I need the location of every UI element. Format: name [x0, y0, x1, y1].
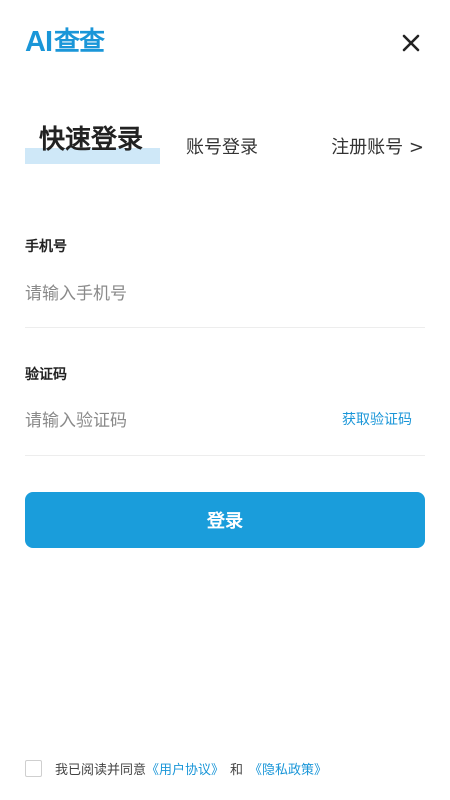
user-agreement-link[interactable]: 《用户协议》 [146, 759, 224, 778]
code-label: 验证码 [25, 367, 67, 383]
agreement-checkbox[interactable] [25, 759, 42, 777]
phone-label: 手机号 [25, 239, 67, 255]
register-account-link[interactable]: 注册账号 > [331, 134, 424, 162]
app-logo: AI 查查 [25, 26, 105, 58]
login-page: AI 查查 快速登录 账号登录 注册账号 > 手机号 验证码 获取验证码 登录 … [0, 0, 450, 800]
phone-input[interactable] [25, 279, 325, 309]
agreement-conjunction: 和 [230, 762, 244, 778]
privacy-policy-link[interactable]: 《隐私政策》 [249, 759, 327, 778]
logo-latin-text: AI [25, 26, 53, 58]
agreement-row: 我已阅读并同意 《用户协议》 和 《隐私政策》 [25, 757, 327, 779]
close-icon [402, 34, 420, 52]
get-code-button[interactable]: 获取验证码 [342, 409, 412, 431]
phone-divider [25, 327, 425, 328]
tab-account-login[interactable]: 账号登录 [186, 134, 258, 162]
tab-quick-login[interactable]: 快速登录 [25, 118, 161, 164]
code-divider [25, 455, 425, 456]
agreement-prefix: 我已阅读并同意 [55, 762, 147, 778]
logo-chinese-text: 查查 [54, 27, 105, 57]
verification-code-input[interactable] [25, 406, 305, 436]
tab-quick-login-label: 快速登录 [39, 125, 144, 155]
close-button[interactable] [396, 28, 426, 58]
login-button[interactable]: 登录 [25, 492, 425, 548]
